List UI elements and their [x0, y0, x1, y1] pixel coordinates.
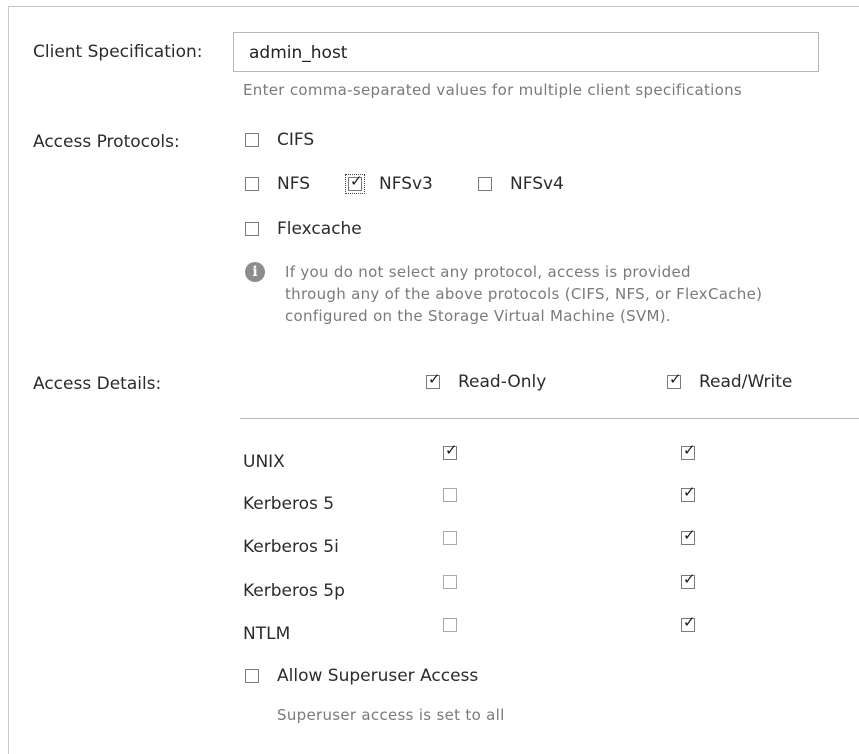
- client-spec-input[interactable]: admin_host: [233, 32, 819, 72]
- checkbox-kerberos-5i-read-only[interactable]: [443, 531, 457, 545]
- row-label-kerberos-5: Kerberos 5: [243, 494, 335, 514]
- checkbox-cifs[interactable]: [245, 133, 259, 147]
- checkbox-nfs-label: NFS: [277, 174, 310, 194]
- row-label-kerberos-5i: Kerberos 5i: [243, 537, 339, 557]
- checkbox-kerberos-5p-read-write[interactable]: ✓: [681, 570, 696, 589]
- checkbox-flexcache-label: Flexcache: [277, 219, 362, 239]
- checkbox-kerberos-5-read-write[interactable]: ✓: [681, 483, 696, 502]
- checkbox-nfsv3-label: NFSv3: [379, 174, 433, 194]
- access-details-label: Access Details:: [33, 374, 162, 394]
- check-mark-icon: ✓: [669, 370, 682, 388]
- column-read-only-label: Read-Only: [458, 372, 547, 392]
- check-mark-icon: ✓: [445, 441, 458, 459]
- checkbox-nfs[interactable]: [245, 177, 259, 191]
- allow-superuser-label: Allow Superuser Access: [277, 666, 479, 686]
- check-mark-icon: ✓: [683, 613, 696, 631]
- protocol-info-line-2: through any of the above protocols (CIFS…: [285, 285, 763, 303]
- checkbox-flexcache[interactable]: [245, 222, 259, 236]
- checkbox-nfsv4[interactable]: [478, 177, 492, 191]
- check-mark-icon: ✓: [350, 172, 363, 190]
- row-label-unix: UNIX: [243, 452, 285, 472]
- checkbox-nfsv4-label: NFSv4: [510, 174, 564, 194]
- checkbox-kerberos-5p-read-only[interactable]: [443, 575, 457, 589]
- checkbox-ntlm-read-only[interactable]: [443, 618, 457, 632]
- check-mark-icon: ✓: [683, 483, 696, 501]
- client-spec-label: Client Specification:: [33, 42, 203, 62]
- access-protocols-label: Access Protocols:: [33, 132, 180, 152]
- client-spec-hint: Enter comma-separated values for multipl…: [243, 81, 743, 99]
- check-mark-icon: ✓: [683, 570, 696, 588]
- access-details-divider: [240, 418, 859, 419]
- superuser-hint: Superuser access is set to all: [277, 706, 505, 724]
- checkbox-allow-superuser[interactable]: [245, 669, 259, 683]
- checkbox-read-write-all[interactable]: ✓: [667, 370, 682, 389]
- protocol-info-line-3: configured on the Storage Virtual Machin…: [285, 307, 671, 325]
- column-read-write-label: Read/Write: [699, 372, 793, 392]
- checkbox-ntlm-read-write[interactable]: ✓: [681, 613, 696, 632]
- checkbox-nfsv3[interactable]: ✓: [345, 172, 365, 194]
- checkbox-kerberos-5-read-only[interactable]: [443, 488, 457, 502]
- check-mark-icon: ✓: [683, 526, 696, 544]
- info-icon: i: [245, 262, 265, 282]
- row-label-kerberos-5p: Kerberos 5p: [243, 581, 345, 601]
- checkbox-cifs-label: CIFS: [277, 130, 315, 150]
- checkbox-unix-read-only[interactable]: ✓: [443, 441, 458, 460]
- check-mark-icon: ✓: [683, 441, 696, 459]
- protocol-info-line-1: If you do not select any protocol, acces…: [285, 263, 691, 281]
- row-label-ntlm: NTLM: [243, 624, 291, 644]
- check-mark-icon: ✓: [428, 370, 441, 388]
- checkbox-kerberos-5i-read-write[interactable]: ✓: [681, 526, 696, 545]
- checkbox-unix-read-write[interactable]: ✓: [681, 441, 696, 460]
- checkbox-read-only-all[interactable]: ✓: [426, 370, 441, 389]
